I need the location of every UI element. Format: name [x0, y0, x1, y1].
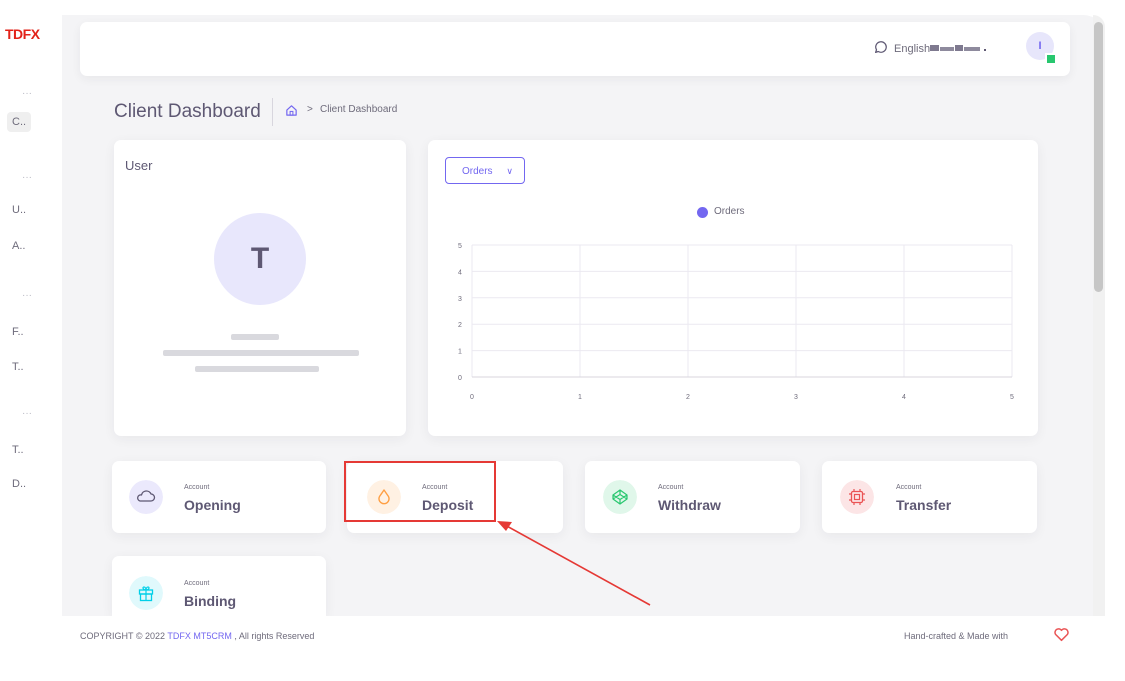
user-name-redacted	[231, 334, 279, 340]
chat-bubble-icon[interactable]	[873, 41, 887, 55]
orders-line-chart: 0 1 2 3 4 5 0 1 2 3 4 5	[458, 243, 1014, 401]
deposit-highlight-box	[344, 461, 496, 522]
y-tick-label: 4	[458, 269, 462, 276]
y-tick-label: 5	[458, 243, 462, 250]
brand-logo[interactable]: TDFX	[5, 26, 40, 42]
breadcrumb-separator: >	[307, 104, 313, 115]
orders-dropdown-label: Orders	[462, 166, 493, 177]
orders-dropdown[interactable]: Orders ∨	[445, 157, 525, 184]
language-selector[interactable]: English	[894, 43, 930, 55]
sidebar-item-f[interactable]: F..	[7, 322, 29, 342]
chevron-down-icon: ∨	[506, 166, 513, 176]
user-name-redacted	[930, 45, 986, 51]
tile-caption: Account	[184, 484, 210, 491]
copyright-suffix: , All rights Reserved	[234, 631, 315, 641]
x-tick-label: 0	[470, 394, 474, 401]
y-tick-label: 2	[458, 322, 462, 329]
x-tick-label: 2	[686, 394, 690, 401]
tile-title: Withdraw	[658, 497, 721, 513]
breadcrumb-current: Client Dashboard	[320, 104, 398, 115]
sidebar-item-client[interactable]: C..	[7, 112, 32, 132]
user-card-title: User	[125, 158, 153, 173]
y-tick-label: 3	[458, 296, 462, 303]
sidebar-item-a[interactable]: A..	[7, 236, 30, 256]
sidebar-section-dots: ···	[22, 408, 32, 419]
sidebar-section-dots: ···	[22, 290, 32, 301]
y-tick-label: 0	[458, 375, 462, 382]
codepen-icon	[603, 480, 637, 514]
tile-title: Opening	[184, 497, 241, 513]
page-title: Client Dashboard	[114, 101, 261, 122]
sidebar-item-t[interactable]: T..	[7, 357, 29, 377]
y-tick-label: 1	[458, 349, 462, 356]
sidebar-item-t2[interactable]: T..	[7, 440, 29, 460]
legend-marker	[697, 207, 708, 218]
scrollbar-thumb[interactable]	[1094, 22, 1103, 292]
title-divider	[272, 98, 273, 126]
home-icon[interactable]	[285, 104, 298, 117]
brand-link[interactable]: TDFX MT5CRM	[167, 631, 232, 641]
cloud-icon	[129, 480, 163, 514]
sidebar-item-u[interactable]: U..	[7, 200, 31, 220]
heart-icon	[1054, 628, 1069, 642]
x-tick-label: 3	[794, 394, 798, 401]
legend-label[interactable]: Orders	[714, 206, 745, 217]
sidebar-item-d[interactable]: D..	[7, 474, 31, 494]
tile-caption: Account	[896, 484, 922, 491]
x-tick-label: 4	[902, 394, 906, 401]
x-tick-label: 5	[1010, 394, 1014, 401]
online-status-icon	[1045, 53, 1057, 65]
tile-title: Transfer	[896, 497, 952, 513]
tile-caption: Account	[184, 580, 210, 587]
footer-credit: Hand-crafted & Made with	[904, 631, 1009, 641]
sidebar-section-dots: ···	[22, 172, 32, 183]
copyright-prefix: COPYRIGHT © 2022	[80, 631, 165, 641]
x-tick-label: 1	[578, 394, 582, 401]
user-phone-redacted	[195, 366, 319, 372]
gift-icon	[129, 576, 163, 610]
footer-copyright: COPYRIGHT © 2022 TDFX MT5CRM , All right…	[80, 631, 314, 641]
sidebar-section-dots: ···	[22, 88, 32, 99]
user-email-redacted	[163, 350, 359, 356]
tile-caption: Account	[658, 484, 684, 491]
user-card-avatar: T	[214, 213, 306, 305]
tile-title: Binding	[184, 593, 237, 609]
cpu-icon	[840, 480, 874, 514]
